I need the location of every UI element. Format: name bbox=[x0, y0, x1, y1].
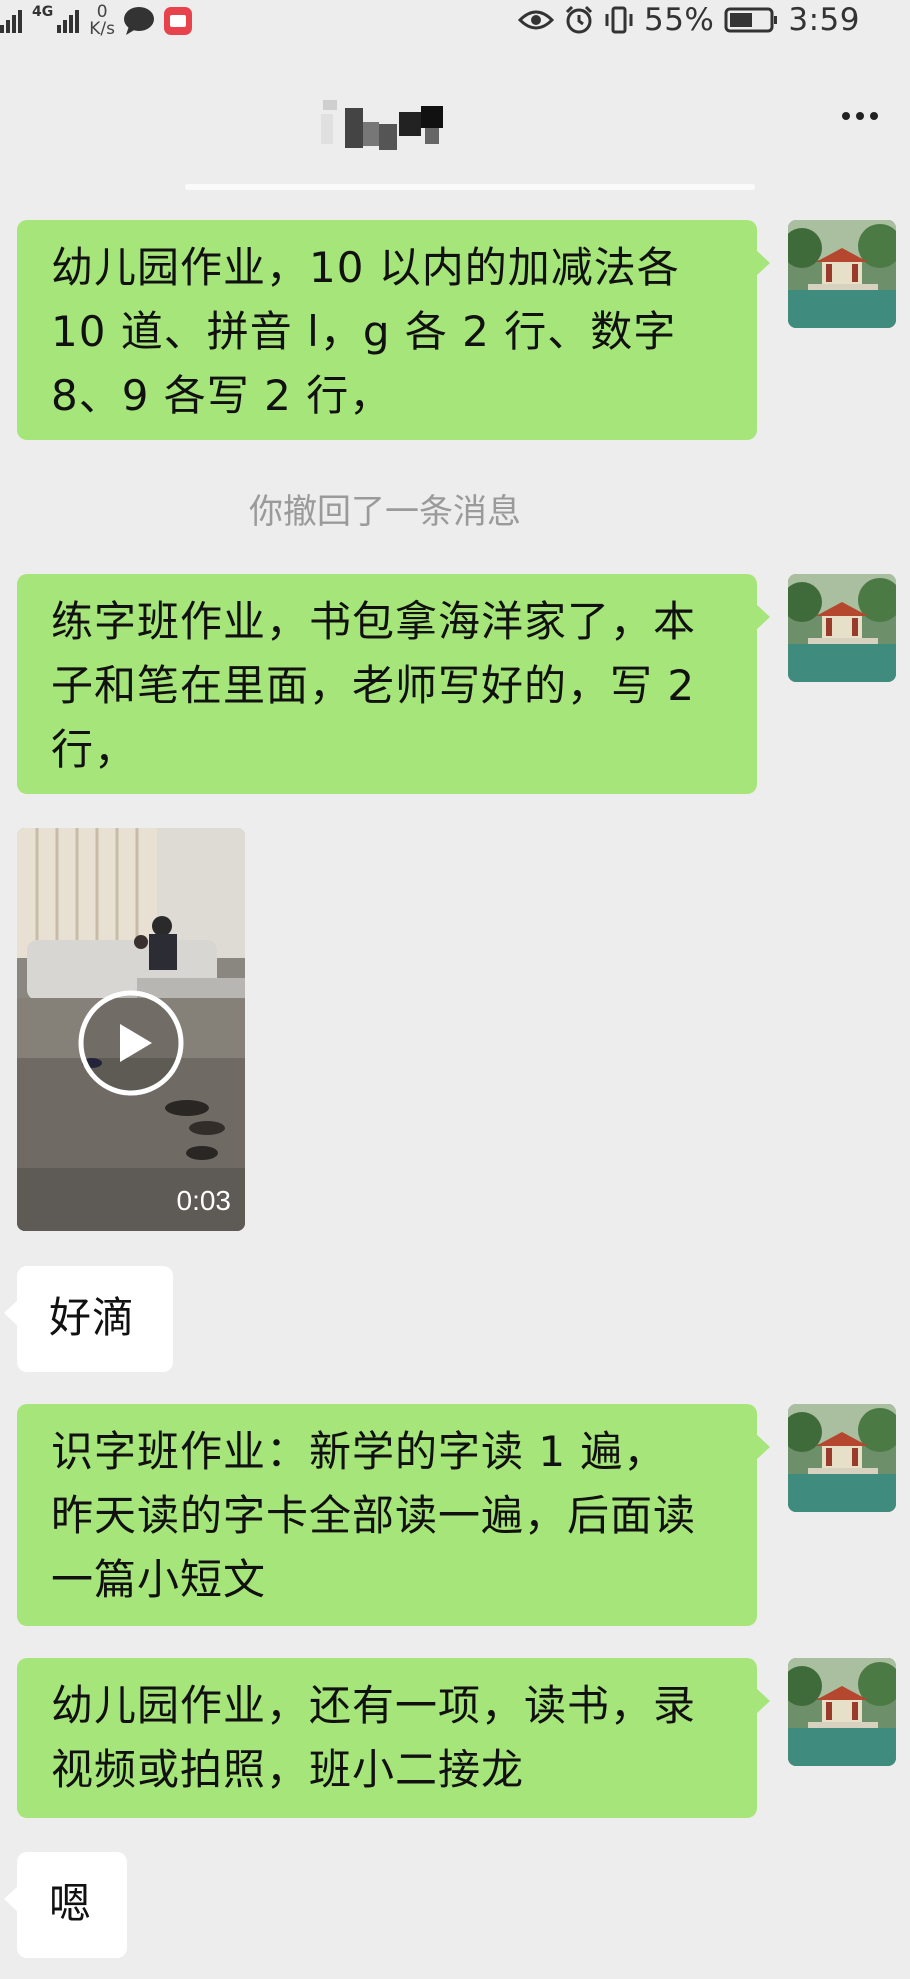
more-options-button[interactable] bbox=[842, 112, 878, 120]
message-bubble-self[interactable]: 幼儿园作业，10 以内的加减法各 10 道、拼音 l，g 各 2 行、数字 8、… bbox=[17, 220, 770, 440]
video-message[interactable]: 0:03 bbox=[17, 828, 245, 1231]
network-type: 4G bbox=[32, 4, 54, 20]
sender-avatar[interactable] bbox=[788, 1404, 896, 1512]
eye-icon bbox=[517, 10, 554, 30]
message-line: 好滴 bbox=[49, 1293, 136, 1342]
message-line: 练字班作业，书包拿海洋家了，本 bbox=[51, 597, 697, 646]
clock: 3:59 bbox=[788, 2, 860, 38]
message-bubble-self[interactable]: 识字班作业：新学的字读 1 遍， 昨天读的字卡全部读一遍，后面读 一篇小短文 bbox=[17, 1404, 770, 1626]
net-speed: 0 K/s bbox=[89, 4, 115, 38]
play-icon[interactable] bbox=[76, 988, 186, 1098]
message-line: 10 道、拼音 l，g 各 2 行、数字 bbox=[51, 307, 677, 356]
chat-title-pixelated bbox=[321, 100, 443, 150]
message-line: 嗯 bbox=[49, 1879, 93, 1928]
video-duration: 0:03 bbox=[176, 1185, 232, 1216]
more-dots-icon bbox=[842, 112, 850, 120]
message-line: 一篇小短文 bbox=[51, 1555, 267, 1604]
sender-avatar[interactable] bbox=[788, 1658, 896, 1766]
chat-bubble-icon bbox=[123, 7, 154, 35]
message-bubble-self[interactable]: 练字班作业，书包拿海洋家了，本 子和笔在里面，老师写好的，写 2 行， bbox=[17, 574, 770, 794]
status-left: 4G 0 K/s bbox=[0, 4, 193, 38]
status-bar: 4G 0 K/s 55% 3:59 bbox=[0, 0, 910, 44]
battery-icon bbox=[724, 7, 778, 33]
message-line: 子和笔在里面，老师写好的，写 2 bbox=[51, 661, 696, 710]
message-line: 识字班作业：新学的字读 1 遍， bbox=[51, 1427, 667, 1476]
message-bubble-other[interactable]: 好滴 bbox=[4, 1266, 173, 1372]
message-line: 幼儿园作业，还有一项，读书，录 bbox=[51, 1681, 697, 1730]
vibrate-icon bbox=[605, 6, 633, 34]
alarm-icon bbox=[565, 5, 593, 34]
message-line: 昨天读的字卡全部读一遍，后面读 bbox=[51, 1491, 697, 1540]
message-line: 幼儿园作业，10 以内的加减法各 bbox=[51, 243, 680, 292]
message-line: 8、9 各写 2 行， bbox=[51, 371, 393, 420]
recall-notice: 你撤回了一条消息 bbox=[249, 492, 521, 532]
signal-icon-2 bbox=[57, 10, 80, 33]
net-speed-unit: K/s bbox=[89, 19, 115, 39]
signal-icon bbox=[0, 10, 22, 33]
message-bubble-other[interactable]: 嗯 bbox=[4, 1852, 127, 1958]
message-line: 行， bbox=[51, 725, 138, 774]
message-bubble-self[interactable]: 幼儿园作业，还有一项，读书，录 视频或拍照，班小二接龙 bbox=[17, 1658, 770, 1818]
sender-avatar[interactable] bbox=[788, 574, 896, 682]
mail-app-icon bbox=[163, 7, 192, 35]
sender-avatar[interactable] bbox=[788, 220, 896, 328]
chat-header bbox=[0, 44, 910, 194]
previous-message-edge bbox=[185, 184, 755, 190]
message-line: 视频或拍照，班小二接龙 bbox=[51, 1745, 525, 1794]
status-right: 55% 3:59 bbox=[517, 2, 860, 38]
battery-percent: 55% bbox=[643, 2, 715, 38]
